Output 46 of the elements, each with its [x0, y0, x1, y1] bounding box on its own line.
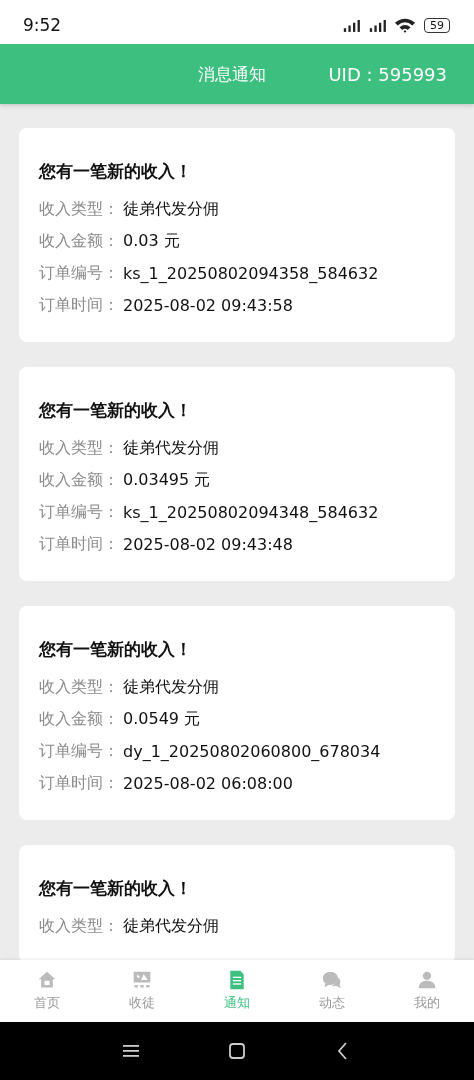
field-value: 徒弟代发分佣: [123, 915, 219, 937]
field-value: dy_1_20250802060800_678034: [123, 741, 381, 761]
house-icon: [37, 970, 58, 990]
field-label: 收入类型：: [39, 915, 119, 937]
picture-icon: [132, 970, 153, 990]
field-label: 订单编号：: [39, 740, 119, 762]
battery-indicator: 59: [424, 17, 450, 33]
chat-bubbles-icon: [321, 970, 342, 990]
field-label: 订单时间：: [39, 294, 119, 316]
field-label: 订单编号：: [39, 501, 119, 523]
field-value: 0.0549 元: [123, 708, 201, 730]
tab-item[interactable]: 动态: [284, 960, 380, 1022]
page-title: 消息通知: [198, 62, 267, 86]
tab-item[interactable]: 收徒: [94, 960, 190, 1022]
notification-title: 您有一笔新的收入！: [39, 638, 193, 661]
status-time: 9:52: [23, 15, 62, 35]
field-label: 收入金额：: [39, 708, 119, 730]
field-value: ks_1_20250802094358_584632: [123, 263, 379, 283]
field-label: 收入类型：: [39, 676, 119, 698]
wifi-icon: [394, 16, 416, 34]
field-label: 收入金额：: [39, 230, 119, 252]
document-icon: [227, 970, 247, 990]
notification-title: 您有一笔新的收入！: [39, 877, 193, 900]
field-value: ks_1_20250802094348_584632: [123, 502, 379, 522]
field-value: 0.03 元: [123, 230, 180, 252]
field-value: 徒弟代发分佣: [123, 437, 219, 459]
field-label: 收入金额：: [39, 469, 119, 491]
field-value: 0.03495 元: [123, 469, 211, 491]
tab-item[interactable]: 通知: [189, 960, 285, 1022]
notification-title: 您有一笔新的收入！: [39, 160, 193, 183]
field-label: 订单编号：: [39, 262, 119, 284]
notification-title: 您有一笔新的收入！: [39, 399, 193, 422]
field-value: 徒弟代发分佣: [123, 676, 219, 698]
field-label: 收入类型：: [39, 198, 119, 220]
field-label: 收入类型：: [39, 437, 119, 459]
field-label: 订单时间：: [39, 772, 119, 794]
user-id: UID : 595993: [328, 63, 447, 85]
tab-item[interactable]: 首页: [0, 960, 95, 1022]
tab-item[interactable]: 我的: [379, 960, 474, 1022]
field-label: 订单时间：: [39, 533, 119, 555]
field-value: 2025-08-02 09:43:58: [123, 295, 293, 315]
field-value: 徒弟代发分佣: [123, 198, 219, 220]
person-icon: [416, 970, 437, 990]
home-button-icon[interactable]: [227, 1041, 247, 1061]
field-value: 2025-08-02 09:43:48: [123, 534, 293, 554]
field-value: 2025-08-02 06:08:00: [123, 773, 293, 793]
